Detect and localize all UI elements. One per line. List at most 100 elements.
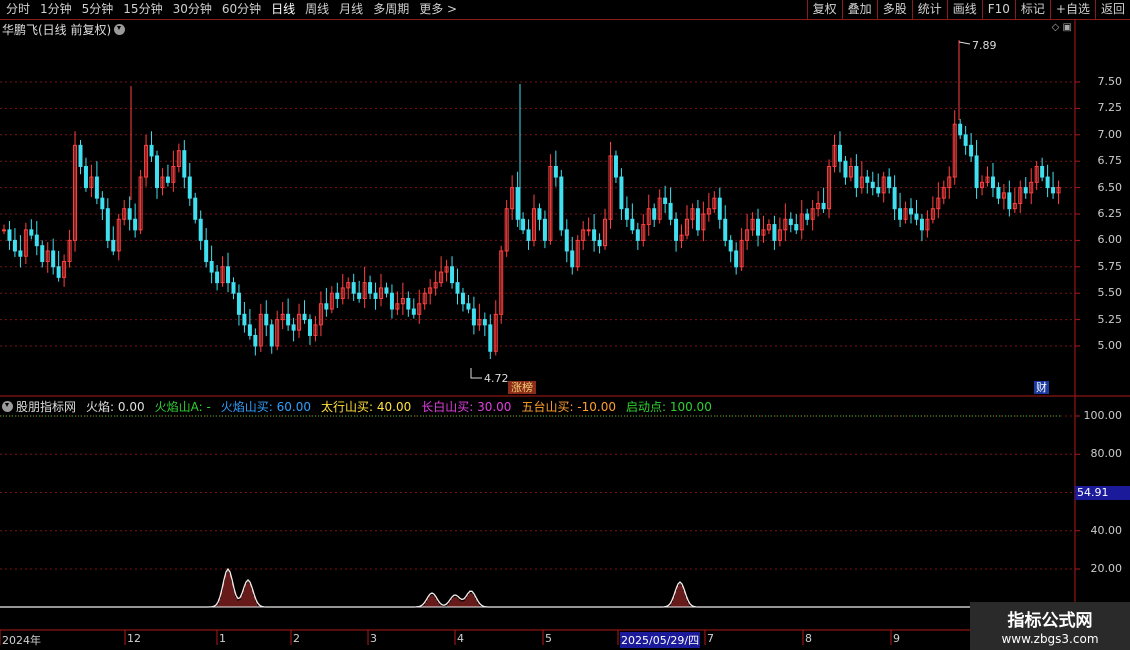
candle-body <box>887 176 892 189</box>
candle-body <box>843 160 848 178</box>
chart-canvas[interactable] <box>0 0 1130 650</box>
finance-badge[interactable]: 财 <box>1034 381 1049 394</box>
date-label: 12 <box>127 632 141 645</box>
indicator-item-2: 火焰山买: 60.00 <box>220 400 311 414</box>
candle-body <box>909 208 914 215</box>
candle-body <box>94 176 99 199</box>
candle-body <box>597 239 602 247</box>
candle-body <box>373 292 378 299</box>
candle-body <box>592 229 597 241</box>
watermark: 指标公式网 www.zbgs3.com <box>970 602 1130 650</box>
candle-body <box>187 176 192 199</box>
candle-body <box>619 176 624 210</box>
candle-body <box>193 197 198 220</box>
candle-body <box>149 144 154 157</box>
candle-body <box>963 134 968 146</box>
candle-body <box>286 313 291 326</box>
candle-body <box>384 287 389 294</box>
candle-body <box>914 213 919 220</box>
candle-body <box>411 308 416 315</box>
indicator-name: 股朋指标网 <box>16 400 77 414</box>
candle-body <box>18 250 23 257</box>
date-label: 1 <box>219 632 226 645</box>
candle-body <box>898 208 903 220</box>
date-label: 5 <box>545 632 552 645</box>
candle-body <box>40 245 45 263</box>
candle-body <box>1023 187 1028 194</box>
candle-body <box>236 292 241 315</box>
candle-body <box>613 155 618 178</box>
candle-body <box>466 303 471 310</box>
indicator-menu-icon[interactable] <box>2 401 13 412</box>
high-pointer <box>958 41 971 45</box>
date-label: 2 <box>293 632 300 645</box>
date-label: 8 <box>805 632 812 645</box>
candle-body <box>734 250 739 268</box>
candle-body <box>630 218 635 231</box>
candle-body <box>12 239 17 252</box>
flame-curve <box>0 567 1062 608</box>
candle-body <box>969 144 974 157</box>
current-value-marker: 54.91 <box>1075 486 1130 500</box>
main-y-tick-label: 6.25 <box>1097 207 1123 220</box>
main-y-tick-label: 7.50 <box>1097 75 1123 88</box>
watermark-url: www.zbgs3.com <box>1001 632 1099 646</box>
candle-body <box>865 176 870 183</box>
candle-body <box>7 229 12 241</box>
candle-body <box>821 202 826 210</box>
candle-body <box>335 292 340 299</box>
date-label: 9 <box>893 632 900 645</box>
date-label: 3 <box>370 632 377 645</box>
candle-body <box>215 271 220 284</box>
candle-body <box>919 218 924 231</box>
main-y-tick-label: 5.50 <box>1097 286 1123 300</box>
candle-body <box>154 155 159 189</box>
candle-body <box>695 208 700 231</box>
high-price-label: 7.89 <box>972 39 997 52</box>
candle-body <box>1040 165 1045 178</box>
candle-body <box>788 218 793 226</box>
candle-body <box>728 239 733 252</box>
candle-body <box>624 208 629 220</box>
indicator-y-tick-label: 100.00 <box>1083 409 1123 422</box>
candle-body <box>450 266 455 284</box>
candle-body <box>542 218 547 241</box>
candle-body <box>974 155 979 189</box>
candle-body <box>368 282 373 294</box>
candle-body <box>805 213 810 220</box>
candle-body <box>756 218 761 236</box>
candle-body <box>892 187 897 210</box>
main-y-tick-label: 7.00 <box>1097 127 1123 141</box>
candle-body <box>521 218 526 231</box>
candle-body <box>269 324 274 347</box>
candle-body <box>559 176 564 231</box>
candle-body <box>526 229 531 241</box>
candle-body <box>204 239 209 263</box>
candle-body <box>1045 176 1050 189</box>
candle-body <box>324 303 329 310</box>
candle-body <box>794 224 799 231</box>
candle-body <box>111 239 116 252</box>
candle-body <box>226 266 231 284</box>
candle-body <box>515 187 520 220</box>
candle-body <box>586 229 591 232</box>
candle-body <box>242 313 247 326</box>
candle-body <box>406 297 411 310</box>
candle-body <box>652 208 657 220</box>
main-y-tick-label: 6.50 <box>1097 180 1123 194</box>
candle-body <box>570 250 575 268</box>
main-y-tick-label: 6.00 <box>1097 233 1123 247</box>
candle-body <box>674 218 679 241</box>
limit-up-badge[interactable]: 涨榜 <box>508 381 536 394</box>
candle-body <box>1007 192 1012 210</box>
main-y-tick-label: 5.00 <box>1097 339 1123 352</box>
candle-body <box>165 176 170 183</box>
candle-body <box>564 229 569 252</box>
candle-body <box>663 197 668 204</box>
candle-body <box>723 218 728 241</box>
indicator-item-4: 长白山买: 30.00 <box>421 400 512 414</box>
candle-body <box>389 292 394 310</box>
current-date-label: 2025/05/29/四 <box>620 632 701 648</box>
candle-body <box>2 229 6 232</box>
candle-body <box>537 208 542 220</box>
